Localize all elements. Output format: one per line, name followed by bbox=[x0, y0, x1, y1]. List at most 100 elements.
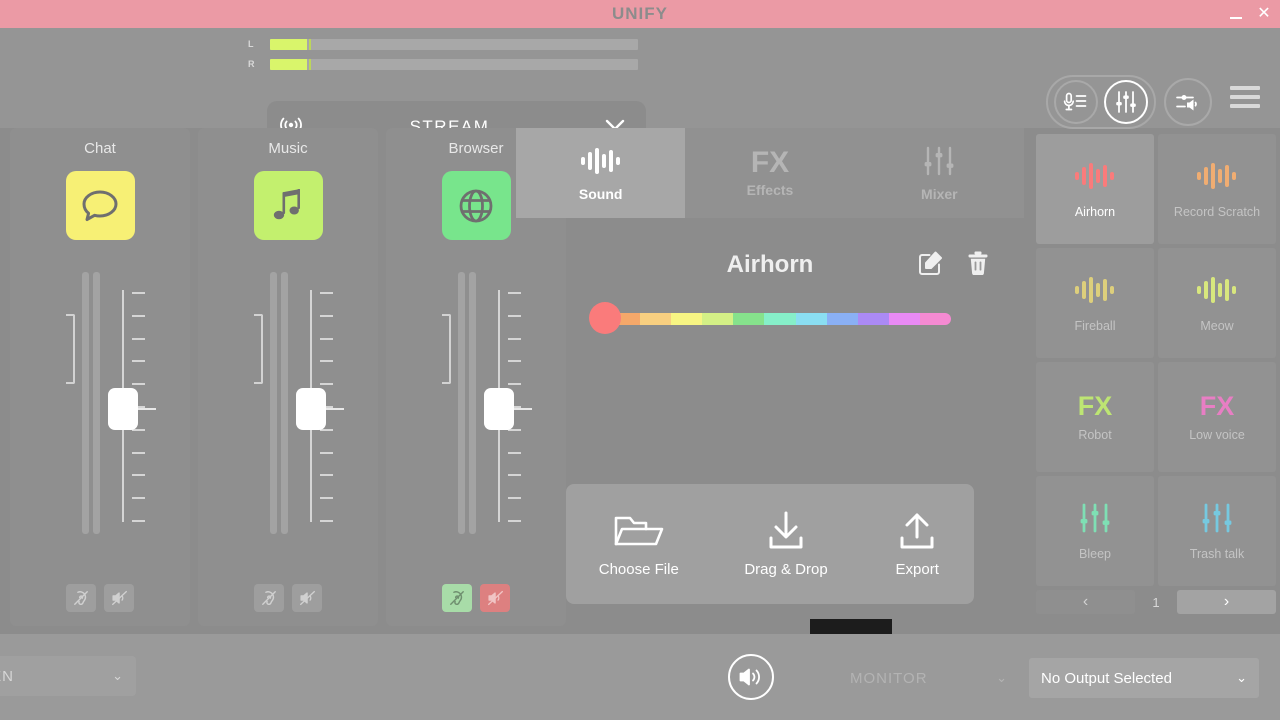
export-button[interactable]: Export bbox=[893, 511, 941, 578]
mute-button[interactable] bbox=[292, 584, 322, 612]
sound-pad[interactable]: Trash talk bbox=[1158, 476, 1276, 586]
meter-row-right: R bbox=[248, 56, 638, 72]
tab-sound[interactable]: Sound bbox=[516, 128, 686, 218]
mic-list-icon[interactable] bbox=[1054, 80, 1098, 124]
waveform-icon bbox=[1195, 274, 1239, 311]
channel-title: Music bbox=[268, 140, 308, 157]
meter-peak-left bbox=[308, 38, 311, 50]
sound-pad[interactable]: Airhorn bbox=[1036, 134, 1154, 244]
output-device-dropdown[interactable]: No Output Selected ⌄ bbox=[1029, 658, 1259, 698]
listen-button[interactable] bbox=[66, 584, 96, 612]
sliders-icon[interactable] bbox=[1104, 80, 1148, 124]
color-swatch[interactable] bbox=[826, 313, 858, 325]
color-swatch[interactable] bbox=[888, 313, 920, 325]
sound-name: Airhorn bbox=[726, 251, 814, 278]
listen-button[interactable] bbox=[442, 584, 472, 612]
globe-icon[interactable] bbox=[441, 171, 511, 240]
minimize-button[interactable] bbox=[1228, 6, 1244, 22]
channel-buttons bbox=[66, 584, 134, 612]
drag-drop-button[interactable]: Drag & Drop bbox=[744, 511, 828, 578]
channel-strip-music[interactable]: Music bbox=[198, 128, 378, 626]
prev-page-button[interactable]: ‹ bbox=[1036, 590, 1135, 614]
tab-label: Effects bbox=[746, 182, 794, 198]
meter-label-left: L bbox=[248, 39, 254, 49]
close-button[interactable]: ✕ bbox=[1256, 6, 1272, 22]
meter-track-right bbox=[270, 58, 638, 70]
monitor-dropdown[interactable]: MONITOR ⌄ bbox=[838, 658, 1020, 698]
trash-icon[interactable] bbox=[966, 250, 990, 281]
channel-vu-right bbox=[93, 272, 100, 534]
mute-button[interactable] bbox=[104, 584, 134, 612]
fader-range-bracket bbox=[66, 314, 75, 384]
sound-pad[interactable]: Record Scratch bbox=[1158, 134, 1276, 244]
monitor-dropdown-value: MONITOR bbox=[850, 669, 928, 687]
sound-pad[interactable]: FX Low voice bbox=[1158, 362, 1276, 472]
meter-peak-right bbox=[308, 58, 311, 70]
mixer-sliders-icon bbox=[1198, 502, 1236, 539]
sound-name-actions bbox=[918, 250, 990, 281]
sound-pad[interactable]: Bleep bbox=[1036, 476, 1154, 586]
title-bar: UNIFY ✕ bbox=[0, 0, 1280, 28]
output-dropdown-value: No Output Selected bbox=[1041, 669, 1172, 687]
fader-indicator-line bbox=[326, 408, 344, 410]
file-action-label: Choose File bbox=[598, 560, 679, 578]
file-action-label: Export bbox=[895, 560, 939, 578]
sound-pad[interactable]: FX Robot bbox=[1036, 362, 1154, 472]
header-pill-group bbox=[1046, 75, 1156, 129]
color-swatch[interactable] bbox=[702, 313, 734, 325]
channel-strip-chat[interactable]: Chat bbox=[10, 128, 190, 626]
meter-track-left bbox=[270, 38, 638, 50]
hamburger-menu-icon[interactable] bbox=[1230, 86, 1260, 108]
channel-vu-right bbox=[469, 272, 476, 534]
music-note-icon[interactable] bbox=[253, 171, 323, 240]
channel-vu-left bbox=[270, 272, 277, 534]
sound-pad[interactable]: Fireball bbox=[1036, 248, 1154, 358]
sound-pad-label: Low voice bbox=[1189, 427, 1245, 442]
edit-icon[interactable] bbox=[918, 250, 944, 281]
color-selected-chip[interactable] bbox=[589, 302, 621, 334]
choose-file-button[interactable]: Choose File bbox=[599, 511, 679, 578]
sound-pad-label: Bleep bbox=[1079, 546, 1111, 561]
speaker-icon[interactable] bbox=[728, 654, 774, 700]
color-swatch[interactable] bbox=[671, 313, 703, 325]
next-page-button[interactable]: › bbox=[1177, 590, 1276, 614]
color-swatch[interactable] bbox=[857, 313, 889, 325]
master-level-meters: L R bbox=[248, 36, 638, 76]
chat-bubble-icon[interactable] bbox=[65, 171, 135, 240]
window-controls: ✕ bbox=[1228, 0, 1272, 28]
color-swatch[interactable] bbox=[764, 313, 796, 325]
sound-pad-label: Meow bbox=[1200, 318, 1234, 333]
fader-handle[interactable] bbox=[296, 388, 326, 430]
tab-mixer[interactable]: Mixer bbox=[855, 128, 1024, 218]
channel-vu-left bbox=[458, 272, 465, 534]
page-number: 1 bbox=[1152, 594, 1160, 610]
waveform-icon bbox=[579, 145, 623, 182]
color-swatch[interactable] bbox=[733, 313, 765, 325]
meter-fill-right bbox=[270, 58, 307, 70]
channel-buttons bbox=[442, 584, 510, 612]
channel-strips: Chat Music Browser bbox=[10, 128, 566, 626]
volume-slider-icon[interactable] bbox=[1164, 78, 1212, 126]
listen-button[interactable] bbox=[254, 584, 284, 612]
meter-fill-left bbox=[270, 38, 307, 50]
tab-effects[interactable]: FX Effects bbox=[685, 128, 854, 218]
fader-handle[interactable] bbox=[484, 388, 514, 430]
color-swatch[interactable] bbox=[795, 313, 827, 325]
mute-button[interactable] bbox=[480, 584, 510, 612]
fx-text-icon: FX bbox=[750, 146, 790, 179]
waveform-icon bbox=[1073, 160, 1117, 197]
color-swatch[interactable] bbox=[640, 313, 672, 325]
sound-color-picker[interactable] bbox=[589, 302, 951, 336]
chevron-down-icon: ⌄ bbox=[996, 670, 1008, 685]
color-swatch[interactable] bbox=[919, 313, 951, 325]
fx-text-icon: FX bbox=[1077, 390, 1113, 421]
channel-fader[interactable] bbox=[198, 272, 378, 542]
listen-output-dropdown[interactable]: STEN ⌄ bbox=[0, 656, 136, 696]
fader-handle[interactable] bbox=[108, 388, 138, 430]
file-action-label: Drag & Drop bbox=[744, 560, 828, 578]
channel-fader[interactable] bbox=[10, 272, 190, 542]
pad-pagination: ‹ 1 › bbox=[1036, 590, 1276, 614]
fader-range-bracket bbox=[442, 314, 451, 384]
sound-pad-label: Record Scratch bbox=[1173, 204, 1261, 219]
sound-pad[interactable]: Meow bbox=[1158, 248, 1276, 358]
